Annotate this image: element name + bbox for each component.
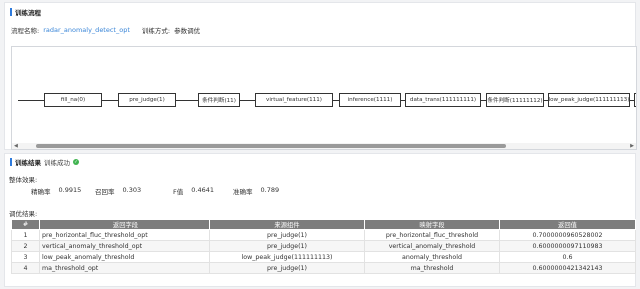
cell-return-field: ma_threshold_opt (39, 262, 210, 274)
flow-name-link[interactable]: radar_anomaly_detect_opt (43, 26, 130, 34)
cell-mapping-field: vertical_anomaly_threshold (364, 240, 500, 252)
metric-label: F值 (173, 188, 184, 196)
train-mode-label: 训练方式: (141, 27, 171, 35)
cell-index: 1 (11, 229, 40, 241)
metric-f-value: F值 0.4641 (173, 186, 233, 196)
cell-source-component: pre_judge(1) (209, 262, 365, 274)
metric-label: 精确率 (31, 188, 51, 196)
scroll-left-icon[interactable]: ◀ (14, 143, 18, 149)
cell-return-value: 0.6000000421342143 (499, 262, 636, 274)
cell-index: 2 (11, 240, 40, 252)
table-header-row: # 返回字段 来源组件 映射字段 返回值 (11, 219, 636, 230)
column-header-source-component[interactable]: 来源组件 (209, 219, 365, 230)
column-header-return-field[interactable]: 返回字段 (39, 219, 210, 230)
cell-index: 3 (11, 251, 40, 263)
cell-source-component: pre_judge(1) (209, 229, 365, 241)
flow-meta: 流程名称: radar_anomaly_detect_opt 训练方式: 参数调… (11, 25, 200, 35)
scrollbar-thumb[interactable] (36, 144, 506, 148)
flow-canvas[interactable]: fill_na(0) pre_judge(1) 条件判断(11) virtual… (11, 46, 637, 150)
flow-horizontal-scrollbar[interactable]: ◀ ▶ (12, 143, 636, 149)
metric-label: 召回率 (95, 188, 115, 196)
train-flow-title: 训练流程 (10, 7, 41, 17)
metric-value: 0.303 (122, 186, 142, 194)
metric-value: 0.9915 (58, 186, 82, 194)
metric-value: 0.789 (260, 186, 280, 194)
cell-index: 4 (11, 262, 40, 274)
train-mode-value: 参数调优 (174, 27, 201, 35)
metric-precision: 精确率 0.9915 (31, 186, 95, 196)
flow-node-low-peak-judge[interactable]: low_peak_judge(111111113) (548, 93, 630, 107)
flow-node-inference[interactable]: inference(1111) (339, 93, 401, 107)
train-flow-panel: 训练流程 流程名称: radar_anomaly_detect_opt 训练方式… (4, 2, 637, 150)
cell-source-component: pre_judge(1) (209, 240, 365, 252)
flow-node-data-trans[interactable]: data_trans(111111111) (405, 93, 481, 107)
cell-mapping-field: pre_horizontal_fluc_threshold (364, 229, 500, 241)
flow-node-condition-3[interactable]: 条 (634, 93, 636, 107)
flow-node-condition-1[interactable]: 条件判断(11) (198, 93, 240, 107)
section-marker (10, 158, 12, 166)
flow-node-pre-judge[interactable]: pre_judge(1) (118, 93, 176, 107)
section-marker (10, 8, 12, 16)
metric-recall: 召回率 0.303 (95, 186, 173, 196)
cell-return-value: 0.7000000960528002 (499, 229, 636, 241)
cell-mapping-field: ma_threshold (364, 262, 500, 274)
column-header-mapping-field[interactable]: 映射字段 (364, 219, 500, 230)
table-row[interactable]: 3 low_peak_anomaly_threshold low_peak_ju… (11, 251, 636, 263)
cell-return-field: low_peak_anomaly_threshold (39, 251, 210, 263)
metric-accuracy: 准确率 0.789 (233, 186, 313, 196)
flow-node-condition-2[interactable]: 条件判断(11111112) (486, 93, 544, 107)
cell-return-field: vertical_anomaly_threshold_opt (39, 240, 210, 252)
cell-return-field: pre_horizontal_fluc_threshold_opt (39, 229, 210, 241)
cell-return-value: 0.6000000097110983 (499, 240, 636, 252)
scroll-right-icon[interactable]: ▶ (630, 143, 634, 149)
cell-mapping-field: anomaly_threshold (364, 251, 500, 263)
table-row[interactable]: 4 ma_threshold_opt pre_judge(1) ma_thres… (11, 262, 636, 274)
table-row[interactable]: 1 pre_horizontal_fluc_threshold_opt pre_… (11, 229, 636, 241)
flow-name-label: 流程名称: (11, 27, 40, 35)
check-circle-icon: ✓ (73, 159, 79, 165)
cell-source-component: low_peak_judge(111111113) (209, 251, 365, 263)
overall-effect-label: 整体效果: (9, 176, 38, 184)
tuning-result-table: # 返回字段 来源组件 映射字段 返回值 1 pre_horizontal_fl… (11, 219, 636, 274)
train-result-title: 训练结果 训练成功 ✓ (10, 157, 79, 167)
column-header-index[interactable]: # (11, 219, 40, 230)
tuning-result-label: 调优结果: (9, 210, 38, 218)
metric-label: 准确率 (233, 188, 253, 196)
flow-node-virtual-feature[interactable]: virtual_feature(111) (255, 93, 333, 107)
cell-return-value: 0.6 (499, 251, 636, 263)
metrics-row: 精确率 0.9915 召回率 0.303 F值 0.4641 准确率 0.789 (31, 186, 313, 196)
train-result-panel: 训练结果 训练成功 ✓ 整体效果: 精确率 0.9915 召回率 0.303 F… (4, 153, 636, 287)
status-text: 训练成功 (44, 159, 70, 167)
column-header-return-value[interactable]: 返回值 (499, 219, 636, 230)
metric-value: 0.4641 (191, 186, 214, 194)
flow-node-fill-na[interactable]: fill_na(0) (44, 93, 102, 107)
table-row[interactable]: 2 vertical_anomaly_threshold_opt pre_jud… (11, 240, 636, 252)
